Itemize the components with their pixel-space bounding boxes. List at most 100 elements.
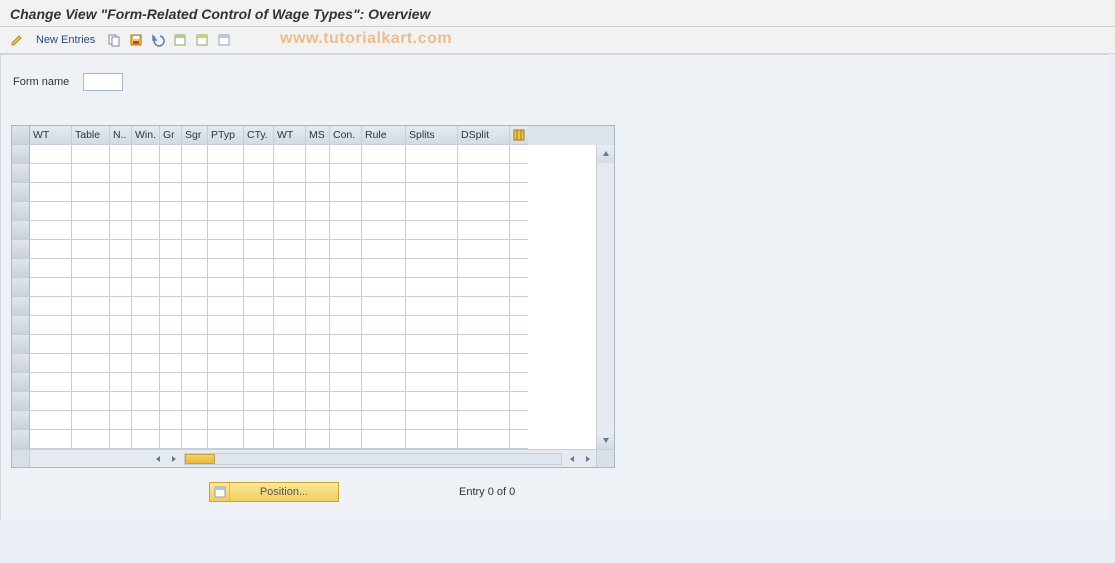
cell[interactable] <box>110 354 132 373</box>
cell[interactable] <box>72 392 110 411</box>
cell[interactable] <box>182 164 208 183</box>
cell[interactable] <box>244 145 274 164</box>
row-selector[interactable] <box>12 145 30 164</box>
cell[interactable] <box>132 430 160 449</box>
cell[interactable] <box>330 392 362 411</box>
cell[interactable] <box>132 278 160 297</box>
cell[interactable] <box>72 297 110 316</box>
cell[interactable] <box>406 316 458 335</box>
col-con[interactable]: Con. <box>330 126 362 145</box>
cell[interactable] <box>406 240 458 259</box>
cell[interactable] <box>208 411 244 430</box>
cell[interactable] <box>274 392 306 411</box>
cell[interactable] <box>160 354 182 373</box>
cell[interactable] <box>72 240 110 259</box>
col-wt[interactable]: WT <box>274 126 306 145</box>
col-cty[interactable]: CTy. <box>244 126 274 145</box>
cell[interactable] <box>160 316 182 335</box>
cell[interactable] <box>30 221 72 240</box>
cell[interactable] <box>132 335 160 354</box>
cell[interactable] <box>160 183 182 202</box>
cell[interactable] <box>406 392 458 411</box>
cell[interactable] <box>406 373 458 392</box>
cell[interactable] <box>274 335 306 354</box>
cell[interactable] <box>458 411 510 430</box>
cell[interactable] <box>208 297 244 316</box>
form-name-input[interactable] <box>83 73 123 91</box>
cell[interactable] <box>160 202 182 221</box>
cell[interactable] <box>274 221 306 240</box>
cell[interactable] <box>362 221 406 240</box>
cell[interactable] <box>30 164 72 183</box>
vertical-scrollbar[interactable] <box>596 145 614 449</box>
cell[interactable] <box>406 430 458 449</box>
cell[interactable] <box>72 373 110 392</box>
cell[interactable] <box>406 221 458 240</box>
cell[interactable] <box>132 164 160 183</box>
cell[interactable] <box>330 183 362 202</box>
cell[interactable] <box>182 278 208 297</box>
col-n[interactable]: N.. <box>110 126 132 145</box>
cell[interactable] <box>182 411 208 430</box>
row-selector[interactable] <box>12 392 30 411</box>
cell[interactable] <box>182 297 208 316</box>
cell[interactable] <box>208 221 244 240</box>
col-splits[interactable]: Splits <box>406 126 458 145</box>
cell[interactable] <box>110 392 132 411</box>
cell[interactable] <box>274 297 306 316</box>
cell[interactable] <box>208 145 244 164</box>
cell[interactable] <box>458 335 510 354</box>
cell[interactable] <box>458 392 510 411</box>
cell[interactable] <box>406 259 458 278</box>
cell[interactable] <box>458 145 510 164</box>
h-scroll-track[interactable] <box>184 453 562 465</box>
row-selector[interactable] <box>12 354 30 373</box>
cell[interactable] <box>208 392 244 411</box>
row-selector[interactable] <box>12 373 30 392</box>
cell[interactable] <box>182 430 208 449</box>
cell[interactable] <box>72 145 110 164</box>
cell[interactable] <box>244 354 274 373</box>
cell[interactable] <box>362 411 406 430</box>
edit-icon[interactable] <box>8 31 26 49</box>
cell[interactable] <box>110 240 132 259</box>
cell[interactable] <box>362 259 406 278</box>
scroll-up-icon[interactable] <box>597 145 614 163</box>
cell[interactable] <box>362 392 406 411</box>
cell[interactable] <box>306 240 330 259</box>
cell[interactable] <box>362 183 406 202</box>
col-dsplit[interactable]: DSplit <box>458 126 510 145</box>
cell[interactable] <box>110 183 132 202</box>
select-all-icon[interactable] <box>171 31 189 49</box>
cell[interactable] <box>274 411 306 430</box>
row-selector[interactable] <box>12 430 30 449</box>
cell[interactable] <box>208 164 244 183</box>
cell[interactable] <box>160 297 182 316</box>
row-selector[interactable] <box>12 259 30 278</box>
cell[interactable] <box>458 373 510 392</box>
cell[interactable] <box>160 430 182 449</box>
save-icon[interactable] <box>127 31 145 49</box>
cell[interactable] <box>72 316 110 335</box>
cell[interactable] <box>306 278 330 297</box>
select-all-rows[interactable] <box>12 126 30 145</box>
cell[interactable] <box>458 221 510 240</box>
table-settings-icon[interactable] <box>510 126 528 145</box>
cell[interactable] <box>30 354 72 373</box>
cell[interactable] <box>458 240 510 259</box>
cell[interactable] <box>30 183 72 202</box>
cell[interactable] <box>306 297 330 316</box>
cell[interactable] <box>458 183 510 202</box>
undo-icon[interactable] <box>149 31 167 49</box>
row-selector[interactable] <box>12 164 30 183</box>
cell[interactable] <box>208 259 244 278</box>
cell[interactable] <box>208 373 244 392</box>
cell[interactable] <box>244 240 274 259</box>
cell[interactable] <box>406 278 458 297</box>
row-selector[interactable] <box>12 316 30 335</box>
cell[interactable] <box>132 411 160 430</box>
cell[interactable] <box>244 335 274 354</box>
cell[interactable] <box>182 183 208 202</box>
cell[interactable] <box>182 240 208 259</box>
cell[interactable] <box>208 278 244 297</box>
